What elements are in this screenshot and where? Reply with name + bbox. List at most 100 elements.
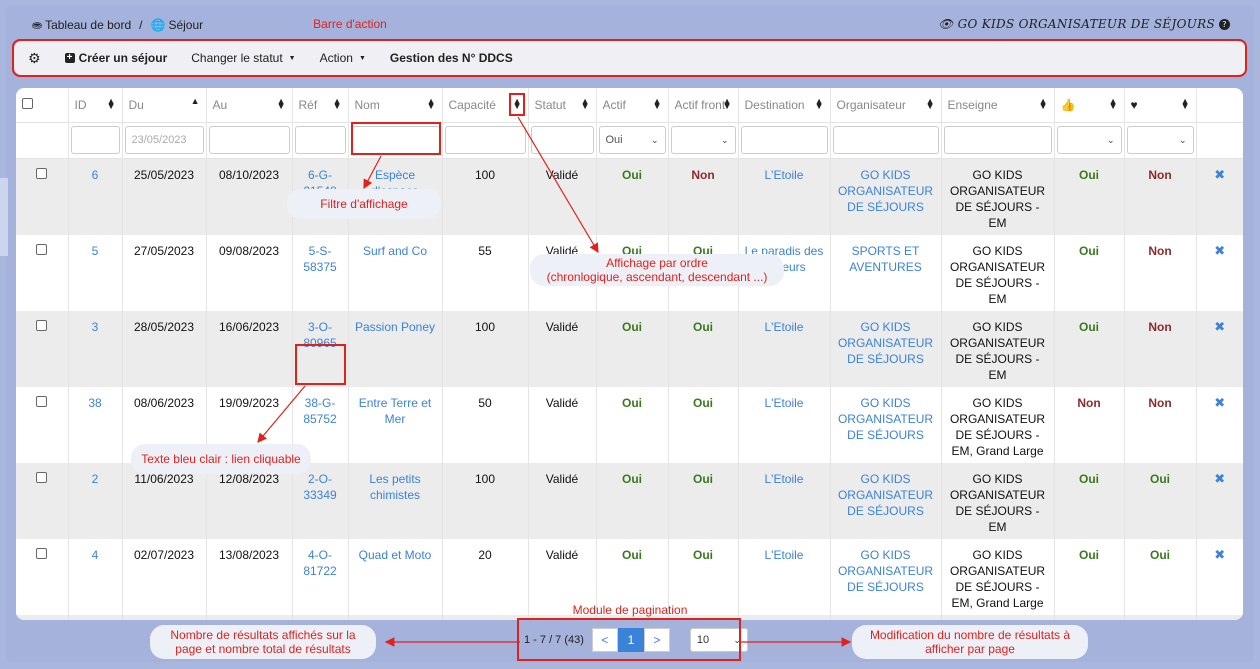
nom-link[interactable]: Les petits chimistes	[369, 472, 420, 502]
sort-icon[interactable]: ▲ ▼	[581, 97, 590, 111]
favorite-toggle[interactable]: Non	[1148, 320, 1171, 334]
filter-au-input[interactable]	[208, 126, 290, 154]
actif-toggle[interactable]: Oui	[622, 168, 642, 182]
id-link[interactable]: 4	[92, 548, 99, 562]
header-du[interactable]: Du ▲	[122, 88, 207, 123]
filter-favorite-select[interactable]: ⌄	[1126, 126, 1194, 154]
sort-icon[interactable]: ▲ ▼	[333, 97, 342, 111]
filter-actif-select[interactable]: Oui ⌄	[598, 126, 666, 154]
nom-link[interactable]: Quad et Moto	[359, 548, 432, 562]
sort-icon[interactable]: ▲ ▼	[1039, 97, 1048, 111]
id-link[interactable]: 3	[92, 320, 99, 334]
filter-capacite-input[interactable]	[444, 126, 526, 154]
id-link[interactable]: 2	[92, 472, 99, 486]
id-link[interactable]: 5	[92, 244, 99, 258]
header-ref[interactable]: Réf ▲ ▼	[292, 88, 349, 123]
favorite-toggle[interactable]: Non	[1148, 244, 1171, 258]
favorite-toggle[interactable]: Oui	[1150, 472, 1170, 486]
header-actif[interactable]: Actif ▲ ▼	[596, 88, 669, 123]
organisateur-link[interactable]: SPORTS ET AVENTURES	[849, 244, 921, 274]
actif-front-toggle[interactable]: Oui	[693, 548, 713, 562]
delete-icon[interactable]: ✖	[1214, 167, 1225, 182]
delete-icon[interactable]: ✖	[1214, 319, 1225, 334]
actif-toggle[interactable]: Oui	[622, 548, 642, 562]
nom-link[interactable]: Passion Poney	[355, 320, 435, 334]
select-all-checkbox[interactable]	[22, 97, 33, 109]
sort-asc-icon[interactable]: ▲	[191, 97, 200, 106]
favorite-toggle[interactable]: Non	[1148, 168, 1171, 182]
favorite-toggle[interactable]: Non	[1148, 396, 1171, 410]
header-au[interactable]: Au ▲ ▼	[206, 88, 293, 123]
sort-icon[interactable]: ▲ ▼	[277, 97, 286, 111]
actif-front-toggle[interactable]: Oui	[693, 472, 713, 486]
filter-id-input[interactable]	[70, 126, 120, 154]
row-checkbox[interactable]	[36, 547, 48, 559]
destination-link[interactable]: L'Etoile	[765, 548, 804, 562]
ref-link[interactable]: 38-G-85752	[303, 396, 336, 426]
row-checkbox[interactable]	[36, 243, 48, 255]
nom-link[interactable]: Entre Terre et Mer	[359, 396, 431, 426]
sort-icon[interactable]: ▲ ▼	[1109, 97, 1118, 111]
row-checkbox[interactable]	[36, 167, 48, 179]
sort-icon[interactable]: ▲ ▼	[815, 97, 824, 111]
like-toggle[interactable]: Oui	[1079, 548, 1099, 562]
ref-link[interactable]: 4-O-81722	[303, 548, 336, 578]
sort-icon[interactable]: ▲ ▼	[926, 97, 935, 111]
id-link[interactable]: 38	[88, 396, 101, 410]
row-checkbox[interactable]	[36, 319, 48, 331]
destination-link[interactable]: L'Etoile	[765, 396, 804, 410]
header-enseigne[interactable]: Enseigne ▲ ▼	[941, 88, 1055, 123]
header-id[interactable]: ID ▲ ▼	[68, 88, 123, 123]
filter-actif-front-select[interactable]: ⌄	[670, 126, 736, 154]
help-icon[interactable]: ?	[1219, 18, 1230, 30]
id-link[interactable]: 6	[92, 168, 99, 182]
ref-link[interactable]: 2-O-33349	[303, 472, 336, 502]
row-checkbox[interactable]	[36, 471, 48, 483]
filter-destination-input[interactable]	[740, 126, 828, 154]
breadcrumb-sejour[interactable]: 🌐 Séjour	[150, 18, 203, 32]
header-organisateur[interactable]: Organisateur ▲ ▼	[830, 88, 942, 123]
organisateur-link[interactable]: GO KIDS ORGANISATEUR DE SÉJOURS	[838, 548, 933, 594]
header-favorite[interactable]: ♥ ▲ ▼	[1124, 88, 1197, 123]
favorite-toggle[interactable]: Oui	[1150, 548, 1170, 562]
header-destination[interactable]: Destination ▲ ▼	[738, 88, 831, 123]
filter-ref-input[interactable]	[294, 126, 346, 154]
header-actif-front[interactable]: Actif front ▲ ▼	[668, 88, 739, 123]
ref-link[interactable]: 5-S-58375	[303, 244, 336, 274]
like-toggle[interactable]: Oui	[1079, 472, 1099, 486]
filter-du-input[interactable]: 23/05/2023	[124, 126, 204, 154]
actif-front-toggle[interactable]: Non	[691, 168, 714, 182]
destination-link[interactable]: L'Etoile	[765, 320, 804, 334]
sort-icon[interactable]: ▲ ▼	[1181, 97, 1190, 111]
organisateur-link[interactable]: GO KIDS ORGANISATEUR DE SÉJOURS	[838, 472, 933, 518]
delete-icon[interactable]: ✖	[1214, 395, 1225, 410]
filter-statut-input[interactable]	[530, 126, 594, 154]
delete-icon[interactable]: ✖	[1214, 471, 1225, 486]
organisateur-link[interactable]: GO KIDS ORGANISATEUR DE SÉJOURS	[838, 320, 933, 366]
delete-icon[interactable]: ✖	[1214, 547, 1225, 562]
actif-front-toggle[interactable]: Oui	[693, 396, 713, 410]
delete-icon[interactable]: ✖	[1214, 243, 1225, 258]
sort-icon[interactable]: ▲ ▼	[723, 97, 732, 111]
actif-toggle[interactable]: Oui	[622, 472, 642, 486]
actif-front-toggle[interactable]: Oui	[693, 320, 713, 334]
header-statut[interactable]: Statut ▲ ▼	[528, 88, 597, 123]
row-checkbox[interactable]	[36, 395, 48, 407]
filter-organisateur-input[interactable]	[832, 126, 939, 154]
like-toggle[interactable]: Oui	[1079, 244, 1099, 258]
header-like[interactable]: 👍 ▲ ▼	[1054, 88, 1125, 123]
like-toggle[interactable]: Non	[1077, 396, 1100, 410]
like-toggle[interactable]: Oui	[1079, 168, 1099, 182]
filter-enseigne-input[interactable]	[943, 126, 1052, 154]
actif-toggle[interactable]: Oui	[622, 320, 642, 334]
header-nom[interactable]: Nom ▲ ▼	[348, 88, 443, 123]
breadcrumb-dashboard[interactable]: ⛂ Tableau de bord	[32, 18, 131, 32]
sort-icon[interactable]: ▲ ▼	[107, 97, 116, 111]
organisateur-link[interactable]: GO KIDS ORGANISATEUR DE SÉJOURS	[838, 168, 933, 214]
nom-link[interactable]: Surf and Co	[363, 244, 427, 258]
destination-link[interactable]: L'Etoile	[765, 168, 804, 182]
organisateur-link[interactable]: GO KIDS ORGANISATEUR DE SÉJOURS	[838, 396, 933, 442]
filter-like-select[interactable]: ⌄	[1056, 126, 1122, 154]
sort-icon[interactable]: ▲ ▼	[427, 97, 436, 111]
like-toggle[interactable]: Oui	[1079, 320, 1099, 334]
